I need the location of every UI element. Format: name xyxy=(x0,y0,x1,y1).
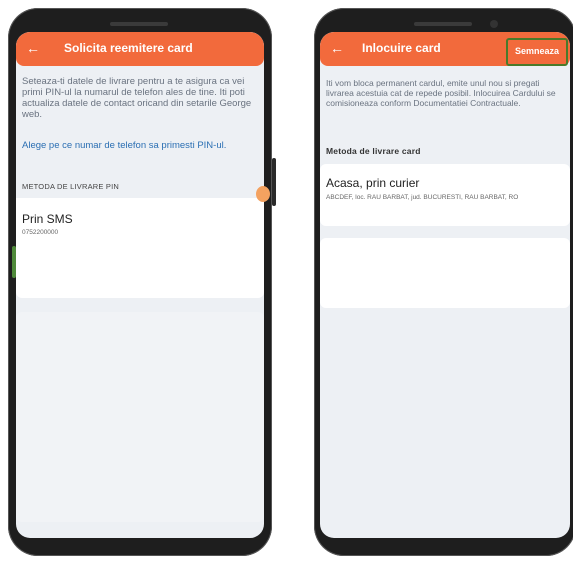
camera-icon xyxy=(490,20,498,28)
card-delivery-section-label: Metoda de livrare card xyxy=(326,146,421,156)
scroll-indicator xyxy=(256,186,270,202)
back-arrow-icon[interactable]: ← xyxy=(26,38,40,58)
left-screen: ← Solicita reemitere card Seteaza-ti dat… xyxy=(16,32,264,538)
courier-option-title: Acasa, prin curier xyxy=(326,176,420,190)
sms-option-phone: 0752200000 xyxy=(22,229,59,236)
right-description: Iti vom bloca permanent cardul, emite un… xyxy=(326,78,556,108)
left-empty-card xyxy=(16,312,264,522)
speaker-notch xyxy=(110,22,168,26)
left-description: Seteaza-ti datele de livrare pentru a te… xyxy=(22,76,252,120)
pin-delivery-section-label: METODA DE LIVRARE PIN xyxy=(22,182,120,191)
right-screen: ← Inlocuire card Semneaza Iti vom bloca … xyxy=(320,32,570,538)
courier-option-card[interactable]: Acasa, prin curier ABCDEF, loc. RAU BARB… xyxy=(320,164,570,226)
right-phone-frame: ← Inlocuire card Semneaza Iti vom bloca … xyxy=(314,8,573,556)
right-empty-card xyxy=(320,238,570,308)
right-page-title: Inlocuire card xyxy=(362,41,441,55)
choose-phone-link[interactable]: Alege pe ce numar de telefon sa primesti… xyxy=(22,140,262,151)
left-selected-indicator xyxy=(12,246,16,278)
side-button xyxy=(272,158,276,206)
sms-option-card[interactable]: Prin SMS 0752200000 xyxy=(16,198,264,298)
left-page-title: Solicita reemitere card xyxy=(64,41,193,55)
courier-option-address: ABCDEF, loc. RAU BARBAT, jud. BUCURESTI,… xyxy=(326,194,519,201)
speaker-notch xyxy=(414,22,472,26)
back-arrow-icon[interactable]: ← xyxy=(330,38,344,58)
left-header: ← Solicita reemitere card xyxy=(16,32,264,66)
sign-button[interactable]: Semneaza xyxy=(506,38,568,66)
left-phone-frame: ← Solicita reemitere card Seteaza-ti dat… xyxy=(8,8,276,556)
sms-option-title: Prin SMS xyxy=(22,212,73,226)
